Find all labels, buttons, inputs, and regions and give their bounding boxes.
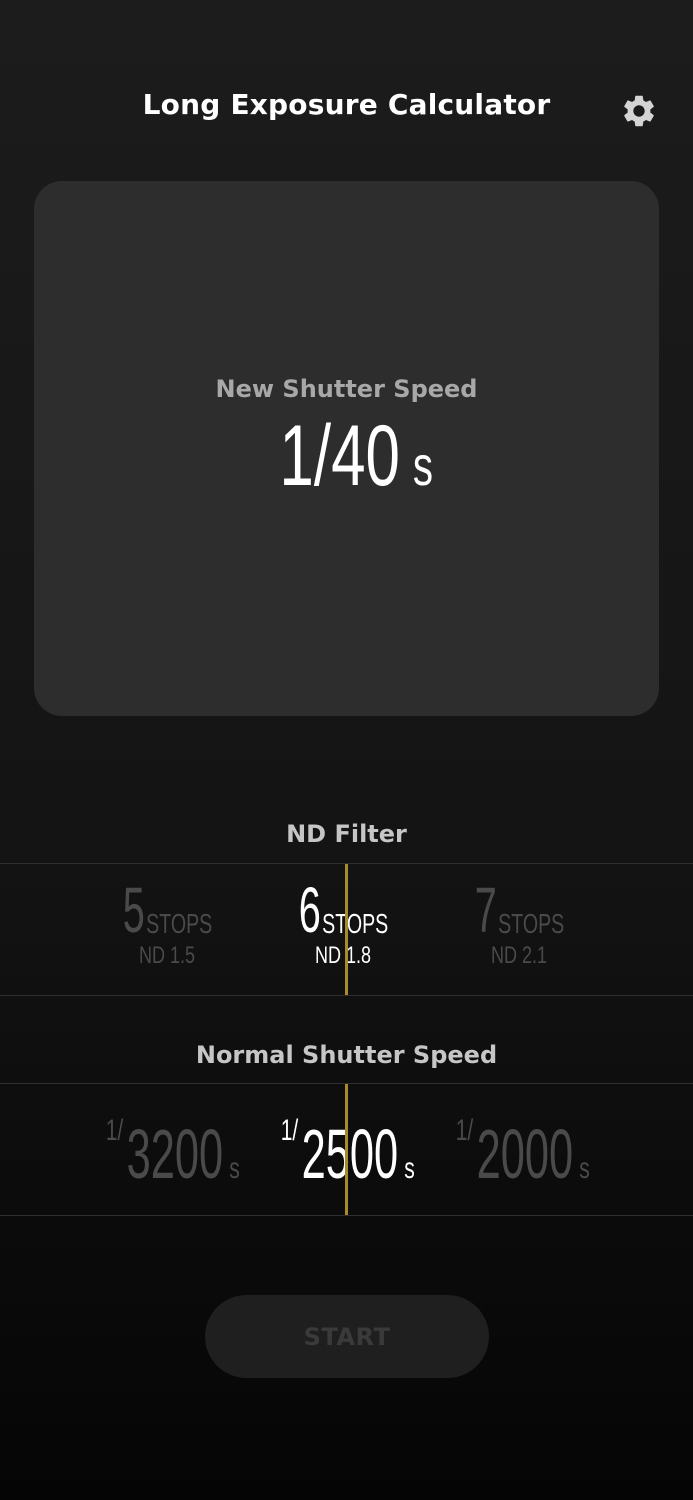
result-value-unit: s <box>413 434 434 497</box>
shutter-option-numerator: 1/ <box>105 1114 124 1147</box>
nd-option-density: ND 2.1 <box>490 942 548 969</box>
nd-filter-label: ND Filter <box>286 820 407 848</box>
nd-option-7[interactable]: 7STOPS ND 2.1 <box>448 878 598 968</box>
nd-option-density: ND 1.8 <box>314 942 372 969</box>
shutter-option-denominator: 2500 <box>301 1115 399 1193</box>
shutter-option-denominator: 2000 <box>476 1115 574 1193</box>
shutter-picker-indicator <box>345 1084 348 1215</box>
app-title: Long Exposure Calculator <box>142 88 551 121</box>
shutter-option-denominator: 3200 <box>126 1115 224 1193</box>
nd-option-density: ND 1.5 <box>138 942 196 969</box>
result-value: 1/40 s <box>34 413 659 499</box>
nd-filter-picker[interactable]: 5STOPS ND 1.5 6STOPS ND 1.8 7STOPS ND 2.… <box>0 863 693 996</box>
nd-option-stops: 6 <box>298 874 321 946</box>
start-button[interactable]: START <box>205 1295 489 1378</box>
normal-shutter-label: Normal Shutter Speed <box>195 1041 498 1069</box>
settings-button[interactable] <box>618 90 660 132</box>
nd-option-5[interactable]: 5STOPS ND 1.5 <box>96 878 246 968</box>
shutter-option-numerator: 1/ <box>280 1114 299 1147</box>
shutter-option-2000[interactable]: 1/2000 s <box>432 1114 612 1194</box>
result-card: New Shutter Speed 1/40 s <box>34 181 659 716</box>
nd-option-stops: 5 <box>122 874 145 946</box>
result-label: New Shutter Speed <box>215 375 478 403</box>
nd-option-stops-label: STOPS <box>321 908 388 939</box>
nd-option-stops-label: STOPS <box>497 908 564 939</box>
shutter-option-unit: s <box>229 1152 240 1185</box>
shutter-option-unit: s <box>579 1152 590 1185</box>
shutter-option-numerator: 1/ <box>455 1114 474 1147</box>
shutter-speed-picker[interactable]: 1/3200 s 1/2500 s 1/2000 s <box>0 1083 693 1216</box>
shutter-option-unit: s <box>404 1152 415 1185</box>
nd-picker-indicator <box>345 864 348 995</box>
nd-option-stops: 7 <box>474 874 497 946</box>
shutter-option-3200[interactable]: 1/3200 s <box>82 1114 262 1194</box>
nd-option-stops-label: STOPS <box>145 908 212 939</box>
gear-icon <box>624 95 654 127</box>
result-value-number: 1/40 <box>279 408 400 504</box>
